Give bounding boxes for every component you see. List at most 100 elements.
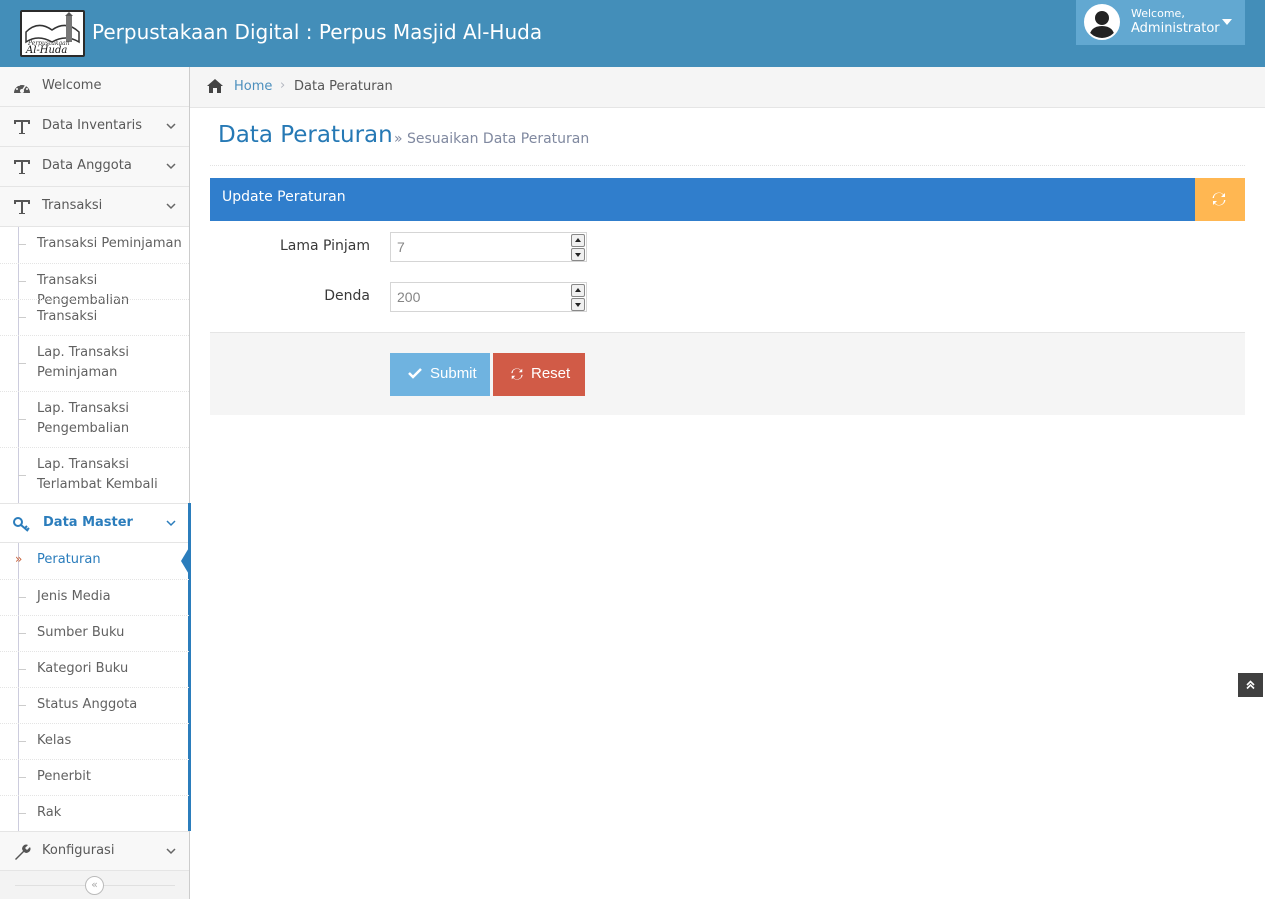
sidebar-collapse-button[interactable]: « [85, 876, 104, 895]
app-title[interactable]: Perpustakaan Digital : Perpus Masjid Al-… [92, 18, 542, 46]
sidebar-item-label: Data Inventaris [42, 118, 142, 133]
sidebar-item-label: Konfigurasi [42, 843, 115, 858]
submenu-item-transaksi-pengembalian[interactable]: Transaksi Pengembalian [0, 263, 189, 308]
breadcrumb-current: Data Peraturan [294, 79, 393, 94]
chevron-down-icon [166, 520, 176, 527]
submenu-transaksi: Transaksi Peminjaman Transaksi Pengembal… [0, 227, 189, 503]
submit-label: Submit [430, 365, 477, 382]
submenu-item-penerbit[interactable]: Penerbit [0, 759, 189, 795]
submenu-item-label: Peraturan [37, 552, 101, 567]
submenu-item-transaksi[interactable]: Transaksi [0, 299, 189, 335]
check-icon [408, 368, 422, 379]
submenu-item-lap-transaksi-terlambat[interactable]: Lap. Transaksi Terlambat Kembali [0, 447, 189, 503]
sidebar-item-transaksi[interactable]: Transaksi [0, 187, 189, 227]
breadcrumb: Home › Data Peraturan [190, 67, 1265, 108]
submenu-item-kelas[interactable]: Kelas [0, 723, 189, 759]
denda-field[interactable] [390, 282, 587, 312]
tree-tick [18, 363, 26, 364]
submenu-item-transaksi-peminjaman[interactable]: Transaksi Peminjaman [0, 227, 189, 263]
key-icon [13, 517, 30, 532]
submenu-item-label: Transaksi Peminjaman [37, 236, 182, 251]
reset-button[interactable]: Reset [493, 353, 585, 396]
active-arrow-icon [181, 546, 190, 576]
submenu-item-label: Sumber Buku [37, 625, 125, 640]
sidebar-item-label: Data Anggota [42, 158, 132, 173]
sidebar-item-data-anggota[interactable]: Data Anggota [0, 147, 189, 187]
chevron-down-icon [166, 163, 176, 170]
submenu-item-label: Transaksi [37, 309, 98, 324]
denda-stepper[interactable] [571, 283, 586, 311]
tree-tick [18, 244, 26, 245]
chevron-down-icon [166, 123, 176, 130]
submenu-item-peraturan[interactable]: » Peraturan [0, 543, 189, 579]
logo-text-large: Al-Huda [25, 45, 67, 55]
widget-title: Update Peraturan [222, 189, 346, 205]
sidebar-item-data-master[interactable]: Data Master [0, 503, 191, 543]
stepper-up-button[interactable] [571, 234, 585, 247]
tree-tick [18, 741, 26, 742]
tree-tick [18, 633, 26, 634]
sidebar-item-konfigurasi[interactable]: Konfigurasi [0, 831, 189, 871]
sidebar-collapse: « [0, 871, 189, 899]
submit-button[interactable]: Submit [390, 353, 490, 396]
tree-tick [18, 475, 26, 476]
denda-label: Denda [324, 288, 370, 304]
sidebar-item-data-inventaris[interactable]: Data Inventaris [0, 107, 189, 147]
chevron-down-icon [166, 203, 176, 210]
submenu-item-label: Kelas [37, 733, 72, 748]
tree-tick [18, 419, 26, 420]
double-angle-right-icon: » [15, 552, 23, 566]
lama-pinjam-stepper[interactable] [571, 233, 586, 261]
submenu-item-status-anggota[interactable]: Status Anggota [0, 687, 189, 723]
submenu-data-master: » Peraturan Jenis Media Sumber Buku Kate… [0, 503, 191, 831]
submenu-item-lap-transaksi-pengembalian[interactable]: Lap. Transaksi Pengembalian [0, 391, 189, 447]
page-subtitle: » Sesuaikan Data Peraturan [394, 131, 590, 147]
divider [210, 165, 1245, 166]
refresh-icon [511, 368, 523, 380]
sidebar-item-label: Welcome [42, 78, 102, 93]
dashboard-icon [14, 84, 30, 93]
top-navbar: Perpustakaan Al-Huda Perpustakaan Digita… [0, 0, 1265, 67]
breadcrumb-home-link[interactable]: Home [234, 79, 272, 94]
form-actions: Submit Reset [210, 332, 1245, 415]
tree-tick [18, 597, 26, 598]
text-icon [14, 160, 30, 174]
tree-tick [18, 281, 26, 282]
submenu-item-jenis-media[interactable]: Jenis Media [0, 579, 189, 615]
submenu-item-label: Lap. Transaksi Pengembalian [37, 401, 130, 436]
submenu-item-label: Rak [37, 805, 62, 820]
tree-tick [18, 777, 26, 778]
submenu-item-label: Lap. Transaksi Terlambat Kembali [37, 457, 158, 492]
text-icon [14, 120, 30, 134]
scroll-top-button[interactable] [1238, 673, 1263, 697]
submenu-item-label: Lap. Transaksi Peminjaman [37, 345, 129, 380]
submenu-item-rak[interactable]: Rak [0, 795, 189, 831]
stepper-up-button[interactable] [571, 284, 585, 297]
widget-header: Update Peraturan [210, 178, 1245, 221]
stepper-down-button[interactable] [571, 298, 585, 311]
home-icon [207, 79, 223, 93]
submenu-item-sumber-buku[interactable]: Sumber Buku [0, 615, 189, 651]
welcome-text: Welcome, [1131, 7, 1185, 20]
caret-down-icon[interactable] [1222, 19, 1232, 25]
user-name: Administrator [1131, 21, 1220, 36]
chevron-down-icon [166, 848, 176, 855]
reload-button[interactable] [1195, 178, 1245, 221]
sidebar-item-label: Transaksi [42, 198, 103, 213]
double-angle-up-icon [1246, 680, 1255, 690]
reset-label: Reset [531, 365, 571, 382]
refresh-icon [1212, 192, 1226, 206]
breadcrumb-separator: › [280, 78, 286, 93]
lama-pinjam-label: Lama Pinjam [279, 238, 370, 254]
sidebar-item-welcome[interactable]: Welcome [0, 67, 189, 107]
submenu-item-label: Penerbit [37, 769, 91, 784]
stepper-down-button[interactable] [571, 248, 585, 261]
sidebar-item-label: Data Master [43, 515, 133, 530]
submenu-item-lap-transaksi-peminjaman[interactable]: Lap. Transaksi Peminjaman [0, 335, 189, 391]
user-menu[interactable]: Welcome, Administrator [1076, 0, 1245, 45]
sidebar: Welcome Data Inventaris Data Anggota Tra… [0, 67, 191, 899]
page-title: Data Peraturan [218, 122, 393, 148]
library-logo[interactable]: Perpustakaan Al-Huda [20, 10, 85, 57]
submenu-item-kategori-buku[interactable]: Kategori Buku [0, 651, 189, 687]
lama-pinjam-field[interactable] [390, 232, 587, 262]
